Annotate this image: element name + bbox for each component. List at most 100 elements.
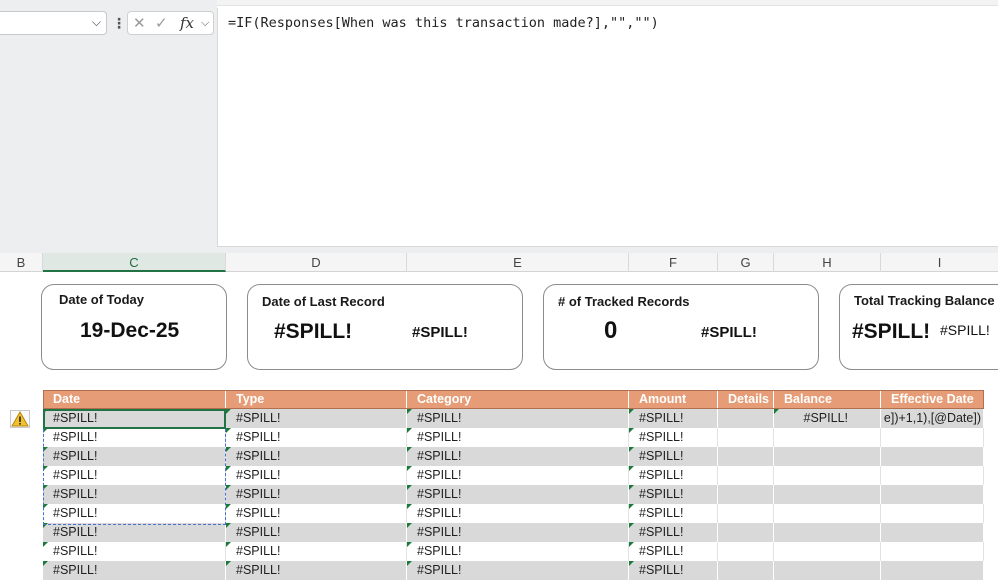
cell-effective-date[interactable] [881,561,984,580]
header-effective-date[interactable]: Effective Date [881,390,984,409]
cell-type[interactable]: #SPILL! [226,409,407,428]
error-indicator-icon [629,523,634,528]
cell-type[interactable]: #SPILL! [226,561,407,580]
header-type[interactable]: Type [226,390,407,409]
error-options-button[interactable] [10,410,30,428]
cell-amount[interactable]: #SPILL! [629,561,718,580]
cell-balance[interactable] [774,485,881,504]
cell-text: #SPILL! [417,430,462,444]
column-header-h[interactable]: H [774,253,881,272]
cell-amount[interactable]: #SPILL! [629,409,718,428]
cell-date[interactable]: #SPILL! [43,409,226,428]
cell-amount[interactable]: #SPILL! [629,523,718,542]
cell-type[interactable]: #SPILL! [226,447,407,466]
cell-text: #SPILL! [53,506,98,520]
cell-date[interactable]: #SPILL! [43,523,226,542]
formula-text[interactable]: =IF(Responses[When was this transaction … [228,15,659,31]
cell-details[interactable] [718,485,774,504]
cell-category[interactable]: #SPILL! [407,409,629,428]
cell-category[interactable]: #SPILL! [407,466,629,485]
cell-type[interactable]: #SPILL! [226,504,407,523]
cell-effective-date[interactable] [881,466,984,485]
check-icon[interactable]: ✓ [155,14,168,32]
cell-details[interactable] [718,447,774,466]
cell-effective-date[interactable] [881,504,984,523]
cell-amount[interactable]: #SPILL! [629,485,718,504]
cell-type[interactable]: #SPILL! [226,523,407,542]
cell-amount[interactable]: #SPILL! [629,428,718,447]
cell-date[interactable]: #SPILL! [43,561,226,580]
cell-category[interactable]: #SPILL! [407,561,629,580]
column-header-c[interactable]: C [43,253,226,272]
cell-effective-date[interactable] [881,523,984,542]
cell-category[interactable]: #SPILL! [407,428,629,447]
cell-category[interactable]: #SPILL! [407,504,629,523]
cell-balance[interactable] [774,542,881,561]
insert-function-icon[interactable]: fx [180,14,194,32]
cell-date[interactable]: #SPILL! [43,447,226,466]
header-category[interactable]: Category [407,390,629,409]
header-balance[interactable]: Balance [774,390,881,409]
card-title: Total Tracking Balance [854,293,995,308]
column-header-e[interactable]: E [407,253,629,272]
cell-details[interactable] [718,504,774,523]
cell-type[interactable]: #SPILL! [226,485,407,504]
chevron-down-icon[interactable]: ⌵ [92,15,101,30]
cell-details[interactable] [718,428,774,447]
header-date[interactable]: Date [43,390,226,409]
cell-balance[interactable] [774,523,881,542]
cell-details[interactable] [718,466,774,485]
cell-amount[interactable]: #SPILL! [629,542,718,561]
cell-amount[interactable]: #SPILL! [629,504,718,523]
cell-category[interactable]: #SPILL! [407,542,629,561]
cell-balance[interactable] [774,428,881,447]
cell-effective-date[interactable] [881,485,984,504]
error-indicator-icon [629,542,634,547]
cell-date[interactable]: #SPILL! [43,542,226,561]
cell-amount[interactable]: #SPILL! [629,447,718,466]
table-row: #SPILL! #SPILL! #SPILL! #SPILL! [43,542,984,561]
header-details[interactable]: Details [718,390,774,409]
name-box[interactable]: ⌵ [0,11,107,35]
cell-balance[interactable] [774,504,881,523]
card-secondary-value: #SPILL! [412,324,468,341]
cell-amount[interactable]: #SPILL! [629,466,718,485]
cell-category[interactable]: #SPILL! [407,447,629,466]
cell-type[interactable]: #SPILL! [226,466,407,485]
header-amount[interactable]: Amount [629,390,718,409]
cell-date[interactable]: #SPILL! [43,466,226,485]
formula-bar[interactable]: =IF(Responses[When was this transaction … [217,8,998,247]
cell-balance[interactable] [774,447,881,466]
cell-date[interactable]: #SPILL! [43,428,226,447]
cell-details[interactable] [718,561,774,580]
column-header-d[interactable]: D [226,253,407,272]
cell-balance[interactable]: #SPILL! [774,409,881,428]
cell-effective-date[interactable] [881,447,984,466]
cell-type[interactable]: #SPILL! [226,542,407,561]
column-headers: B C D E F G H I [0,253,998,272]
column-header-i[interactable]: I [881,253,998,272]
chevron-down-icon[interactable]: ⌵ [201,17,209,30]
column-header-b[interactable]: B [0,253,43,272]
column-header-g[interactable]: G [718,253,774,272]
table-row: #SPILL! #SPILL! #SPILL! #SPILL! [43,428,984,447]
cell-date[interactable]: #SPILL! [43,504,226,523]
cell-category[interactable]: #SPILL! [407,485,629,504]
table-row: #SPILL! #SPILL! #SPILL! #SPILL! #SPILL! e])+1… [43,409,984,428]
column-header-f[interactable]: F [629,253,718,272]
cell-balance[interactable] [774,561,881,580]
error-indicator-icon [43,485,48,490]
cell-details[interactable] [718,409,774,428]
cell-effective-date[interactable] [881,428,984,447]
cell-details[interactable] [718,542,774,561]
cell-effective-date[interactable] [881,542,984,561]
more-options-icon[interactable]: ⋮ [112,13,126,33]
cell-category[interactable]: #SPILL! [407,523,629,542]
cell-effective-date[interactable]: e])+1,1),[@Date]) [881,409,984,428]
cell-details[interactable] [718,523,774,542]
card-secondary-value: #SPILL! [701,324,757,341]
cell-balance[interactable] [774,466,881,485]
cell-type[interactable]: #SPILL! [226,428,407,447]
cell-date[interactable]: #SPILL! [43,485,226,504]
cancel-icon[interactable]: ✕ [133,14,146,32]
